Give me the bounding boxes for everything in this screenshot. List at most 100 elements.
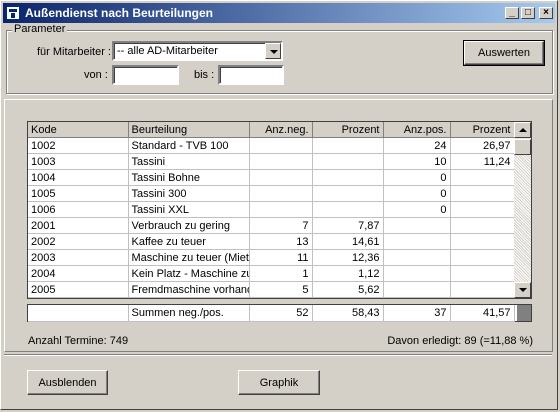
column-header-prozent-neg[interactable]: Prozent	[312, 122, 384, 138]
summary-label: Summen neg./pos.	[128, 305, 250, 322]
column-header-prozent-pos[interactable]: Prozent	[450, 122, 514, 138]
appointments-count: Anzahl Termine: 749	[28, 335, 129, 347]
cell-anz-neg: 7	[249, 217, 313, 234]
evaluate-button-label: Auswerten	[478, 47, 530, 59]
grid-vertical-scrollbar[interactable]	[514, 122, 531, 298]
cell-prozent-pos	[450, 281, 514, 298]
cell-kode: 1005	[28, 185, 129, 202]
cell-anz-neg	[249, 153, 313, 170]
column-header-beurteilung[interactable]: Beurteilung	[128, 122, 250, 138]
from-date-input[interactable]	[112, 65, 179, 85]
cell-beurteilung: Tassini	[128, 153, 250, 170]
table-row[interactable]: 2004 Kein Platz - Maschine zu 1 1,12	[28, 265, 514, 282]
summary-neg-count: 52	[249, 305, 313, 322]
scroll-up-icon[interactable]	[514, 122, 531, 138]
cell-beurteilung: Kein Platz - Maschine zu	[128, 265, 250, 282]
summary-grip	[517, 305, 531, 321]
evaluate-button[interactable]: Auswerten	[463, 40, 545, 66]
summary-pos-percent: 41,57	[450, 305, 515, 322]
minimize-button[interactable]: _	[505, 7, 519, 19]
cell-beurteilung: Tassini XXL	[128, 201, 250, 218]
cell-beurteilung: Maschine zu teuer (Miete	[128, 249, 250, 266]
cell-prozent-neg	[312, 201, 384, 218]
cell-prozent-pos	[450, 169, 514, 186]
grid-header-row: Kode Beurteilung Anz.neg. Prozent Anz.po…	[28, 122, 514, 138]
summary-pos-count: 37	[383, 305, 451, 322]
cell-prozent-neg: 1,12	[312, 265, 384, 282]
from-label: von :	[84, 69, 108, 81]
cell-kode: 2002	[28, 233, 129, 250]
window-title: Außendienst nach Beurteilungen	[25, 6, 214, 20]
cell-prozent-neg: 5,62	[312, 281, 384, 298]
column-header-kode[interactable]: Kode	[28, 122, 129, 138]
cell-anz-pos	[383, 249, 451, 266]
cell-kode: 2004	[28, 265, 129, 282]
scroll-thumb[interactable]	[514, 139, 531, 155]
cell-beurteilung: Standard - TVB 100	[128, 137, 250, 154]
footer-divider	[4, 354, 552, 356]
cell-anz-neg: 1	[249, 265, 313, 282]
cell-kode: 2005	[28, 281, 129, 298]
cell-prozent-neg	[312, 185, 384, 202]
table-row[interactable]: 2005 Fremdmaschine vorhand 5 5,62	[28, 281, 514, 298]
cell-prozent-pos	[450, 249, 514, 266]
hide-button[interactable]: Ausblenden	[27, 370, 108, 395]
app-icon	[6, 6, 20, 20]
cell-anz-pos: 0	[383, 201, 451, 218]
cell-anz-pos: 0	[383, 169, 451, 186]
cell-beurteilung: Verbrauch zu gering	[128, 217, 250, 234]
cell-anz-neg: 13	[249, 233, 313, 250]
graph-button-label: Graphik	[259, 377, 299, 389]
close-button[interactable]: ×	[539, 7, 553, 19]
cell-anz-pos: 10	[383, 153, 451, 170]
graph-button[interactable]: Graphik	[238, 370, 320, 395]
to-date-input[interactable]	[218, 65, 284, 85]
table-row[interactable]: 1003 Tassini 10 11,24	[28, 153, 514, 170]
cell-prozent-pos	[450, 217, 514, 234]
summary-neg-percent: 58,43	[312, 305, 384, 322]
cell-anz-neg	[249, 137, 313, 154]
cell-anz-pos	[383, 265, 451, 282]
cell-kode: 1004	[28, 169, 129, 186]
cell-prozent-neg	[312, 153, 384, 170]
employee-label: für Mitarbeiter :	[37, 46, 111, 58]
chevron-down-icon[interactable]	[265, 43, 281, 59]
employee-select-value: -- alle AD-Mitarbeiter	[117, 45, 218, 57]
cell-anz-neg	[249, 201, 313, 218]
cell-prozent-neg: 12,36	[312, 249, 384, 266]
cell-prozent-neg: 7,87	[312, 217, 384, 234]
hide-button-label: Ausblenden	[38, 377, 97, 389]
table-row[interactable]: 1005 Tassini 300 0	[28, 185, 514, 202]
table-row[interactable]: 1004 Tassini Bohne 0	[28, 169, 514, 186]
column-header-anz-pos[interactable]: Anz.pos.	[383, 122, 451, 138]
scroll-down-icon[interactable]	[514, 282, 531, 298]
column-header-anz-neg[interactable]: Anz.neg.	[249, 122, 313, 138]
table-row[interactable]: 2001 Verbrauch zu gering 7 7,87	[28, 217, 514, 234]
summary-row: Summen neg./pos. 52 58,43 37 41,57	[27, 304, 532, 322]
title-bar[interactable]: Außendienst nach Beurteilungen _ □ ×	[3, 3, 555, 23]
employee-select[interactable]: -- alle AD-Mitarbeiter	[112, 41, 283, 61]
cell-prozent-neg	[312, 169, 384, 186]
cell-prozent-pos	[450, 185, 514, 202]
cell-prozent-pos: 26,97	[450, 137, 514, 154]
table-row[interactable]: 1002 Standard - TVB 100 24 26,97	[28, 137, 514, 154]
cell-beurteilung: Fremdmaschine vorhand	[128, 281, 250, 298]
maximize-button[interactable]: □	[521, 7, 535, 19]
table-row[interactable]: 2003 Maschine zu teuer (Miete 11 12,36	[28, 249, 514, 266]
cell-kode: 1006	[28, 201, 129, 218]
cell-anz-pos	[383, 233, 451, 250]
cell-prozent-pos	[450, 233, 514, 250]
table-row[interactable]: 2002 Kaffee zu teuer 13 14,61	[28, 233, 514, 250]
table-row[interactable]: 1006 Tassini XXL 0	[28, 201, 514, 218]
cell-kode: 1003	[28, 153, 129, 170]
cell-kode: 1002	[28, 137, 129, 154]
results-grid[interactable]: Kode Beurteilung Anz.neg. Prozent Anz.po…	[28, 122, 514, 298]
cell-prozent-neg	[312, 137, 384, 154]
summary-cell-empty	[28, 305, 129, 322]
cell-anz-pos: 0	[383, 185, 451, 202]
cell-kode: 2003	[28, 249, 129, 266]
cell-beurteilung: Tassini 300	[128, 185, 250, 202]
cell-prozent-pos	[450, 265, 514, 282]
cell-kode: 2001	[28, 217, 129, 234]
cell-anz-pos	[383, 217, 451, 234]
